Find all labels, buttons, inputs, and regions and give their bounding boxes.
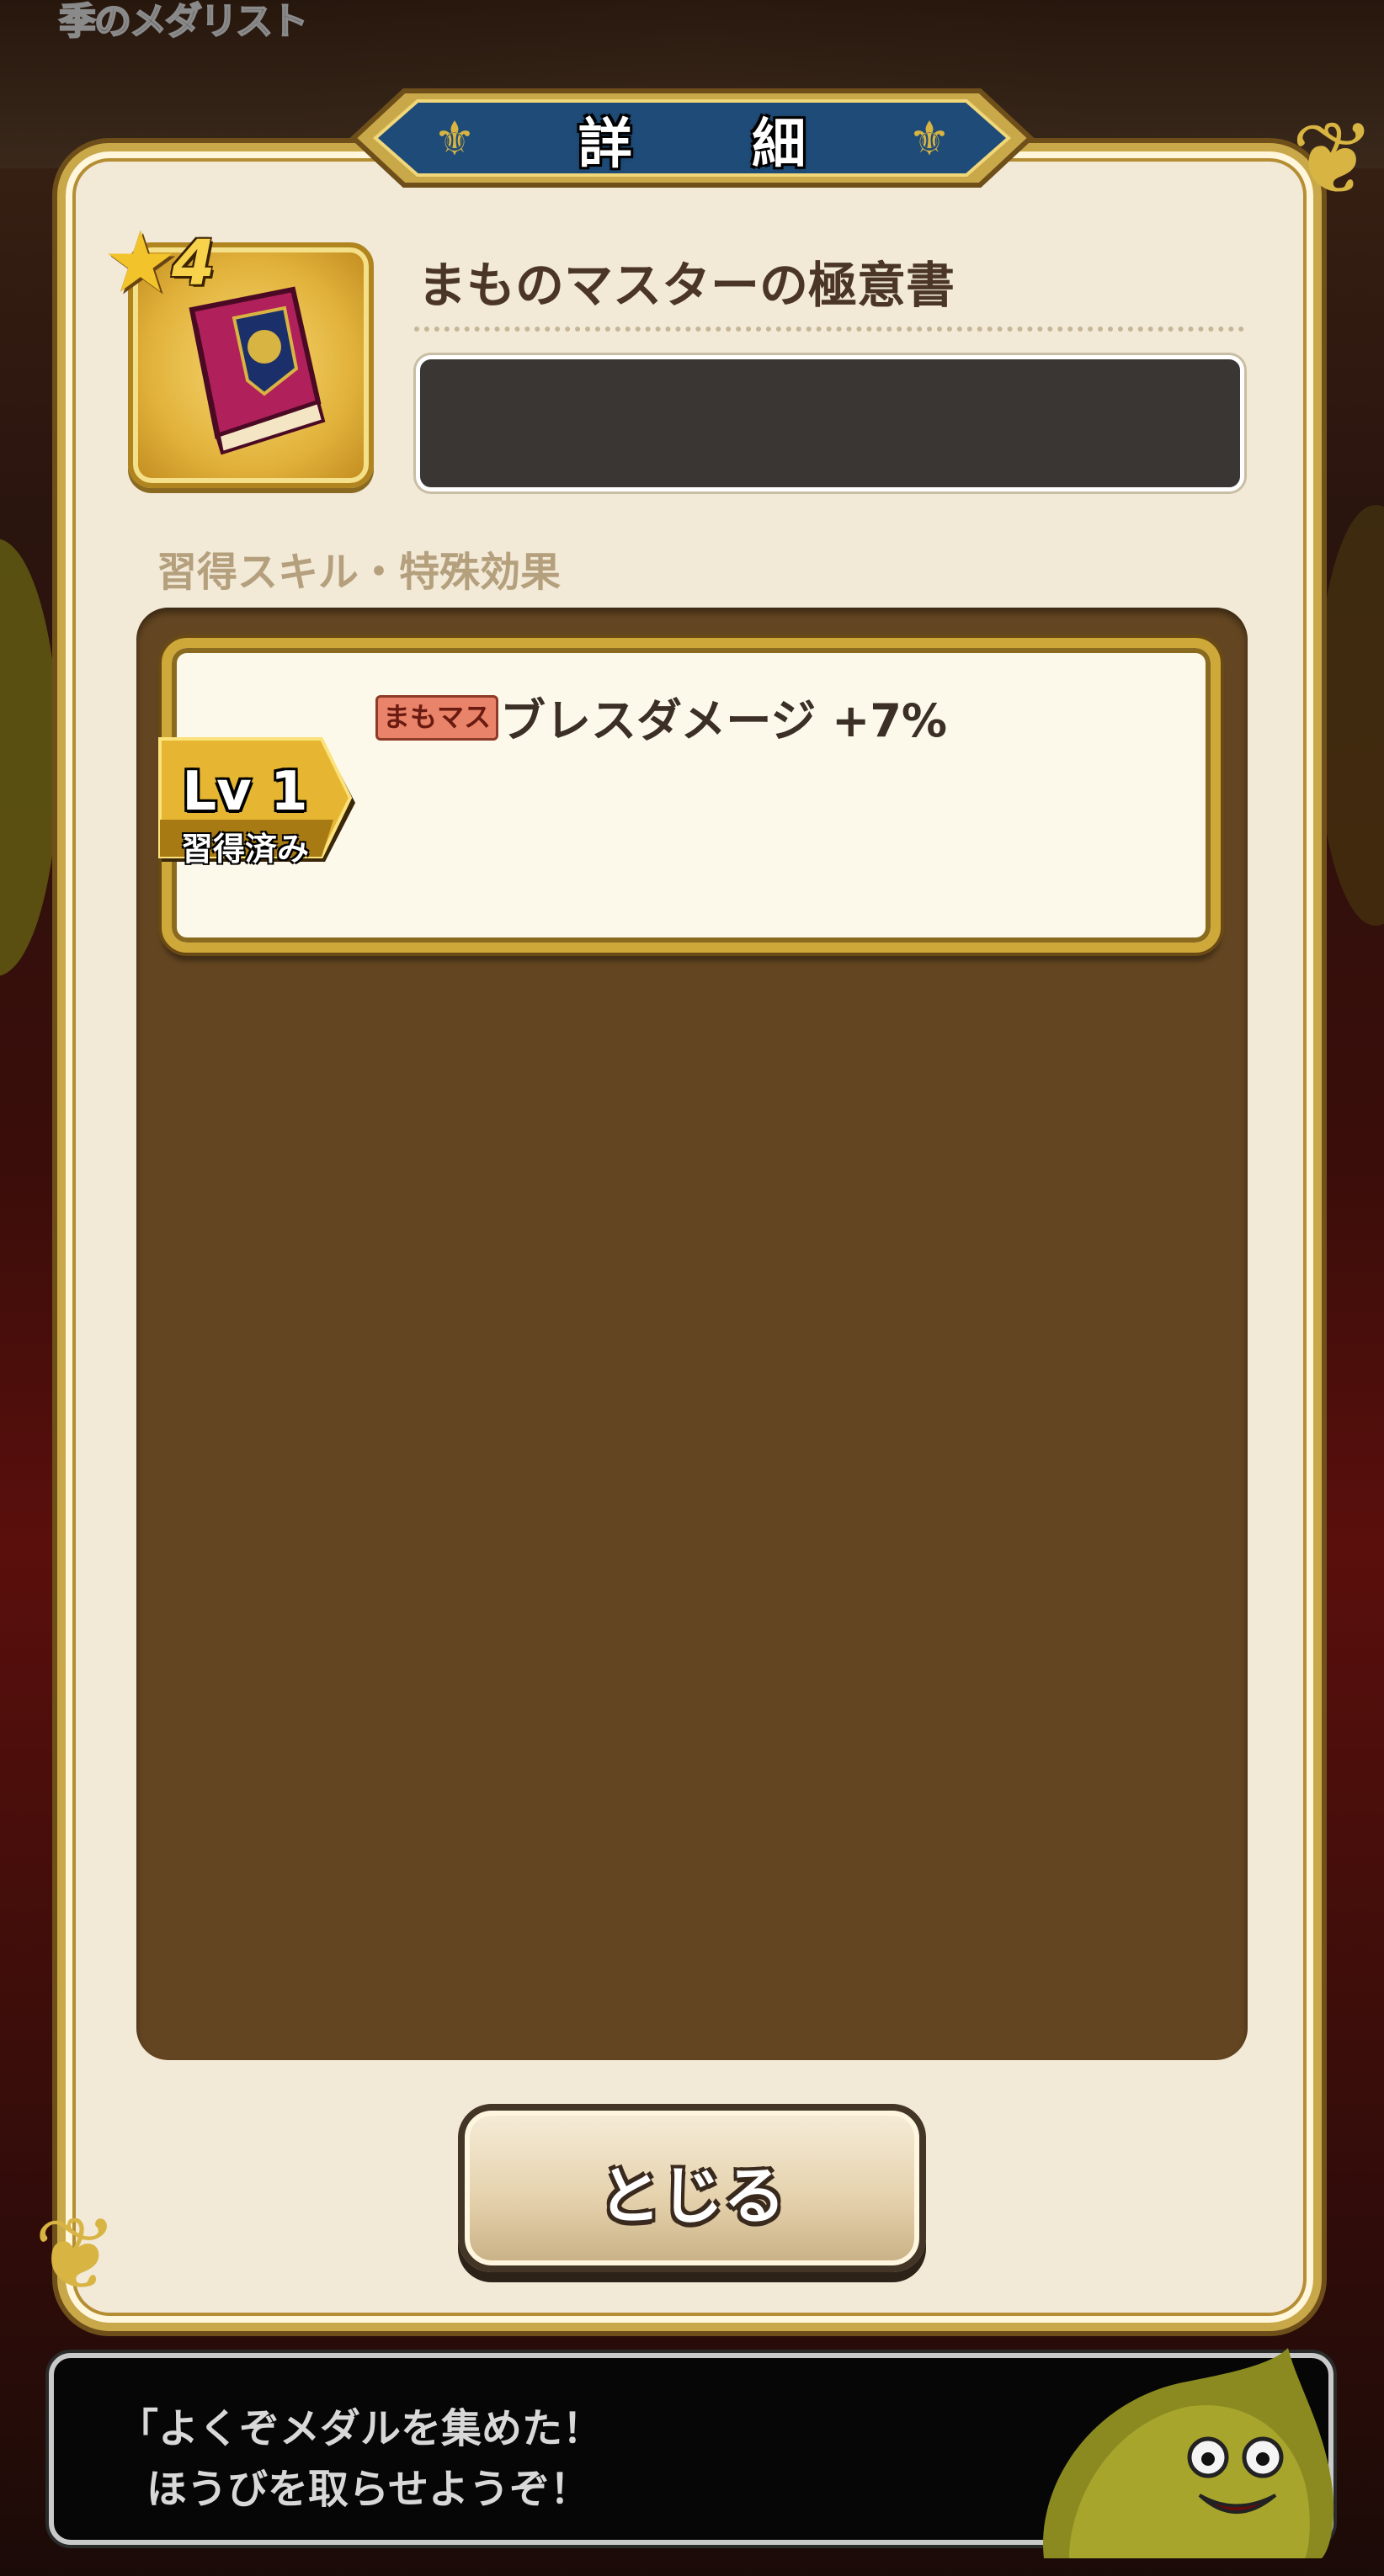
- level-status: 習得済み: [180, 831, 309, 868]
- background-title-label: 季のメダリスト: [58, 0, 309, 44]
- rarity-badge: ★ 4: [103, 220, 246, 313]
- divider: [414, 327, 1244, 332]
- gold-slime-icon: [1043, 2348, 1334, 2558]
- level-text: Lv 1: [182, 761, 308, 823]
- skill-category-tag: まもマス: [375, 695, 499, 741]
- dialogue-line-2: ほうびを取らせようぞ！: [146, 2466, 591, 2513]
- corner-ornament-icon: ❦: [34, 2196, 119, 2313]
- title-banner: ⚜ ⚜ 詳 細: [303, 84, 1081, 192]
- skill-description: ブレスダメージ +7%: [500, 694, 948, 747]
- star-icon: ★: [103, 213, 178, 311]
- close-button-label: とじる: [599, 2160, 785, 2233]
- item-description-box: [416, 355, 1244, 491]
- item-name: まものマスターの極意書: [418, 257, 955, 314]
- section-label: 習得スキル・特殊効果: [157, 549, 562, 596]
- close-button[interactable]: とじる: [458, 2104, 926, 2272]
- corner-ornament-icon: ❦: [1291, 101, 1376, 218]
- level-badge: Lv 1 習得済み: [157, 736, 359, 868]
- dialog-title: 詳 細: [578, 114, 857, 176]
- dialogue-line-1: 「よくぞメダルを集めた！: [118, 2405, 604, 2452]
- rarity-count: 4: [172, 227, 216, 300]
